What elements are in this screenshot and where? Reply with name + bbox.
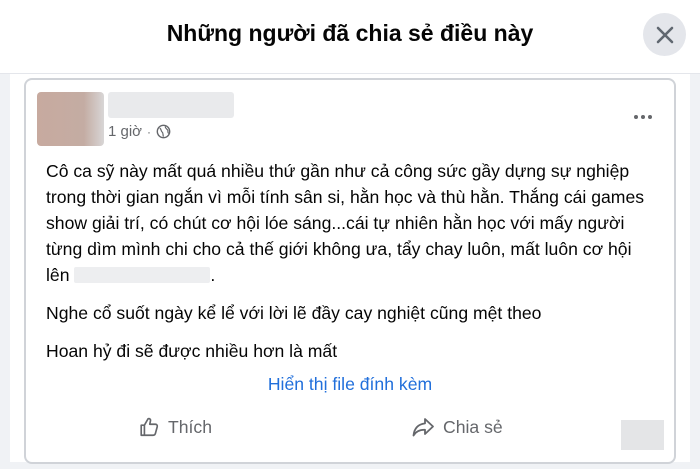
dialog-title: Những người đã chia sẻ điều này	[166, 20, 534, 46]
close-button[interactable]	[643, 13, 686, 56]
shared-post-card: 1 giờ · Cô ca sỹ này mất quá nhiều thứ g…	[24, 78, 676, 464]
meta-separator: ·	[147, 124, 152, 139]
share-button[interactable]: Chia sẻ	[411, 416, 503, 438]
redacted-text	[74, 267, 211, 283]
post-actions: Thích Chia sẻ	[26, 416, 674, 452]
share-label: Chia sẻ	[443, 416, 503, 437]
post-timestamp[interactable]: 1 giờ	[108, 123, 142, 140]
post-paragraph-1: Cô ca sỹ này mất quá nhiều thứ gần như c…	[46, 158, 646, 288]
more-options-button[interactable]	[628, 110, 658, 124]
close-icon	[656, 26, 673, 43]
post-paragraph-3: Hoan hỷ đi sẽ được nhiều hơn là mất	[46, 341, 338, 361]
avatar[interactable]	[37, 92, 104, 146]
more-horizontal-icon	[648, 115, 652, 119]
share-arrow-icon	[412, 418, 434, 437]
like-label: Thích	[168, 416, 213, 437]
post-paragraph-2: Nghe cổ suốt ngày kể lể với lời lẽ đầy c…	[46, 303, 542, 323]
like-button[interactable]: Thích	[138, 416, 212, 438]
header-divider	[0, 73, 700, 74]
show-attachment-link[interactable]: Hiển thị file đính kèm	[26, 374, 674, 395]
post-meta: 1 giờ ·	[108, 123, 171, 140]
thumbs-up-icon	[140, 417, 159, 437]
post-paragraph-1-end: .	[210, 265, 216, 285]
dialog-header: Những người đã chia sẻ điều này	[0, 0, 700, 74]
post-body: Cô ca sỹ này mất quá nhiều thứ gần như c…	[46, 158, 646, 376]
globe-icon[interactable]	[156, 124, 171, 139]
redacted-reaction-area[interactable]	[621, 420, 664, 450]
dialog-left-gutter	[0, 74, 10, 469]
author-name-redacted[interactable]	[108, 92, 234, 118]
dialog-right-gutter	[690, 74, 700, 469]
more-horizontal-icon	[641, 115, 645, 119]
more-horizontal-icon	[634, 115, 638, 119]
